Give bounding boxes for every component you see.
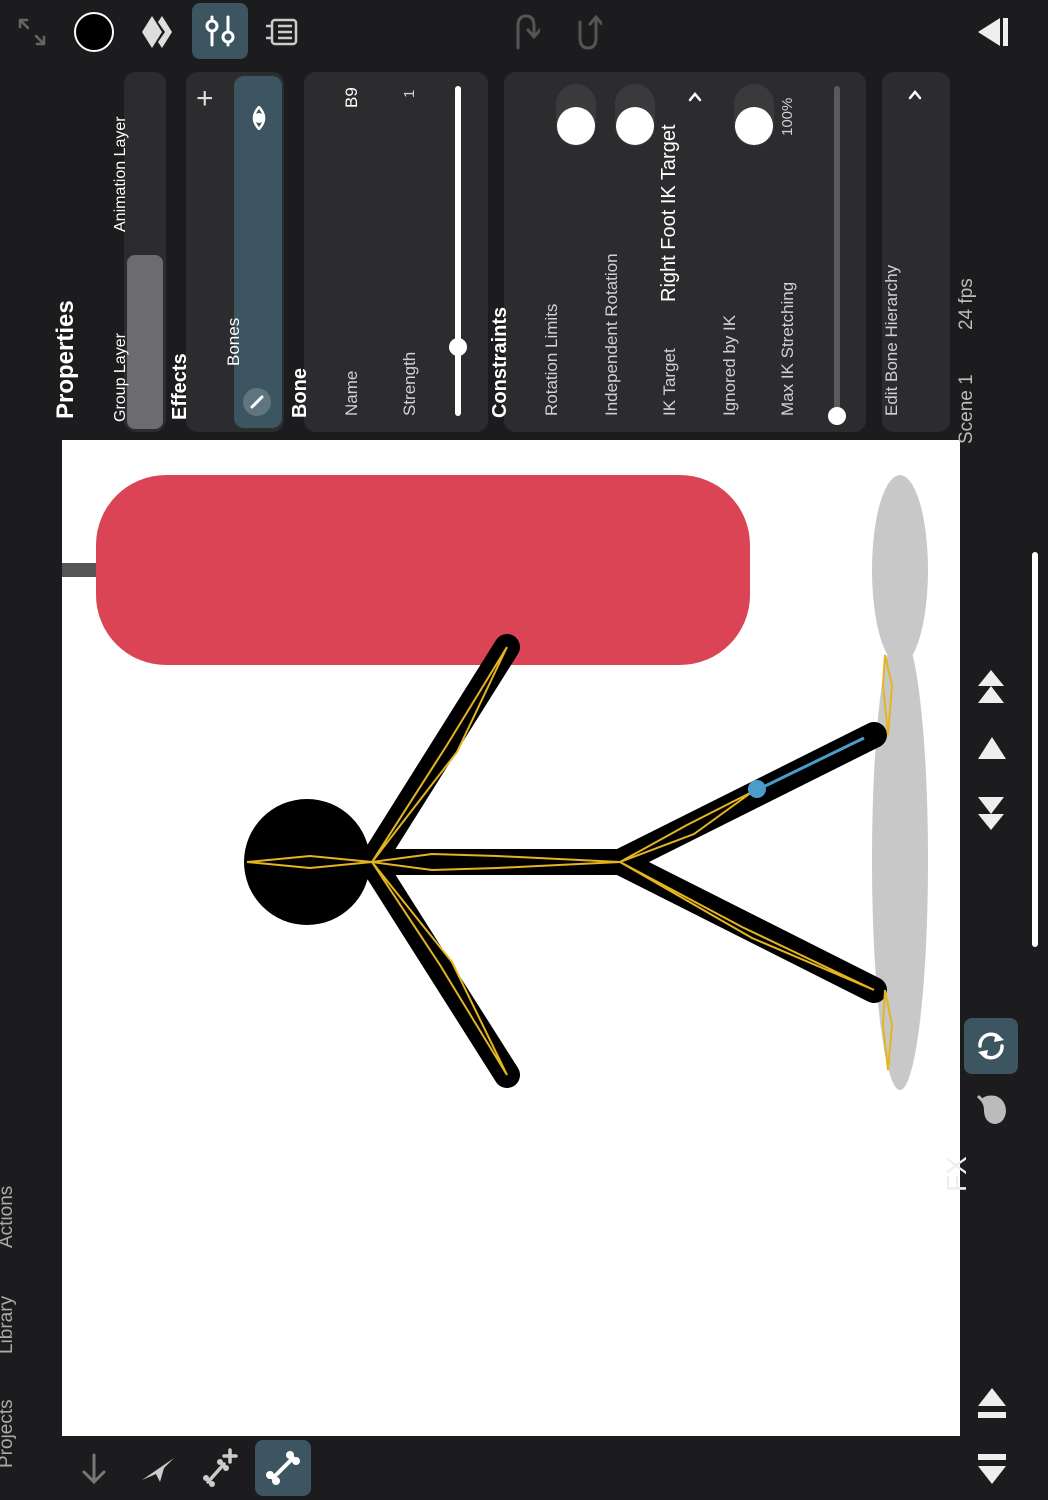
effects-card: Effects + Bones [169, 72, 284, 432]
nav-library[interactable]: Library [0, 1296, 20, 1354]
ik-bone-joint [748, 780, 766, 798]
rotation-limits-toggle[interactable] [556, 84, 596, 146]
edit-hierarchy-card[interactable]: Edit Bone Hierarchy [882, 72, 950, 432]
ik-target-label: IK Target [660, 348, 679, 416]
bone-title: Bone [289, 368, 311, 418]
independent-rotation-label: Independent Rotation [602, 253, 621, 416]
timeline-icon[interactable] [262, 14, 300, 50]
ik-bone [756, 736, 865, 792]
loop-icon[interactable] [964, 1018, 1018, 1074]
layer-tabs: Group Layer Animation Layer [112, 72, 166, 432]
max-ik-stretching-value: 100% [779, 97, 796, 136]
properties-title: Properties [52, 300, 79, 419]
undo-icon[interactable] [508, 12, 540, 52]
eye-icon[interactable] [247, 106, 271, 130]
bone-card: Bone Name B9 Strength 1 [289, 72, 488, 432]
fill-color-icon[interactable] [74, 12, 114, 52]
properties-panel: Properties Group Layer Animation Layer E… [52, 62, 960, 438]
double-down-icon[interactable] [976, 794, 1006, 832]
scene-fps[interactable]: 24 fps [954, 278, 980, 330]
ik-target-chevron-icon[interactable] [686, 88, 704, 106]
effect-item-bones[interactable]: Bones [224, 76, 282, 428]
arrow-down-icon[interactable] [80, 1452, 108, 1486]
constraints-card: Constraints Rotation Limits Independent … [489, 72, 866, 432]
strength-slider[interactable] [449, 86, 467, 416]
bone-name-value[interactable]: B9 [340, 87, 364, 108]
diamond-icon[interactable] [138, 14, 176, 50]
strength-label: Strength [400, 351, 419, 416]
nav-projects[interactable]: Projects [0, 1399, 20, 1468]
ik-target-value[interactable]: Right Foot IK Target [656, 125, 682, 303]
strength-value: 1 [401, 89, 418, 98]
collapse-panel-icon[interactable] [974, 14, 1012, 50]
nav-actions[interactable]: Actions [0, 1186, 20, 1248]
red-block [96, 475, 750, 665]
bone-icon [243, 388, 271, 416]
onion-skin-icon[interactable] [976, 1090, 1010, 1128]
add-effect-button[interactable]: + [196, 84, 214, 114]
scene-name[interactable]: Scene 1 [954, 374, 980, 444]
ignored-by-ik-label: Ignored by IK [720, 314, 739, 416]
constraints-title: Constraints [489, 306, 511, 418]
up-icon[interactable] [976, 734, 1008, 762]
rotation-limits-label: Rotation Limits [542, 303, 561, 416]
select-arrow-icon[interactable] [140, 1454, 176, 1484]
effect-bones-label: Bones [224, 317, 243, 366]
expand-icon[interactable] [14, 14, 50, 50]
max-ik-stretching-thumb[interactable] [828, 407, 846, 425]
chevron-up-icon[interactable] [906, 86, 924, 104]
sliders-icon[interactable] [192, 3, 248, 59]
independent-rotation-toggle[interactable] [615, 84, 655, 146]
double-up-icon[interactable] [976, 668, 1006, 706]
eject-icon[interactable] [976, 1386, 1008, 1420]
strength-slider-thumb[interactable] [449, 338, 467, 356]
tab-group-layer-label: Group Layer [112, 333, 129, 422]
ignored-by-ik-toggle[interactable] [734, 84, 774, 146]
effects-title: Effects [169, 353, 191, 420]
edit-bone-hierarchy-label: Edit Bone Hierarchy [882, 264, 901, 416]
max-ik-stretching-slider[interactable] [828, 86, 846, 425]
max-ik-stretching-label: Max IK Stretching [778, 281, 797, 416]
head [244, 799, 370, 925]
strength-slider-fill [455, 86, 461, 416]
eject-down-icon[interactable] [976, 1452, 1008, 1486]
bone-tool-icon[interactable] [255, 1440, 311, 1496]
add-bone-icon[interactable] [202, 1448, 240, 1488]
canvas-scrollbar[interactable] [1032, 552, 1038, 947]
tab-animation-layer-label[interactable]: Animation Layer [109, 116, 133, 232]
fx-button[interactable]: FX [940, 1156, 974, 1192]
redo-icon[interactable] [570, 12, 602, 52]
bone-name-label: Name [342, 370, 361, 416]
canvas[interactable] [62, 440, 960, 1436]
canvas-edge-marker [62, 563, 96, 577]
ground-shape-lower [872, 630, 928, 1090]
